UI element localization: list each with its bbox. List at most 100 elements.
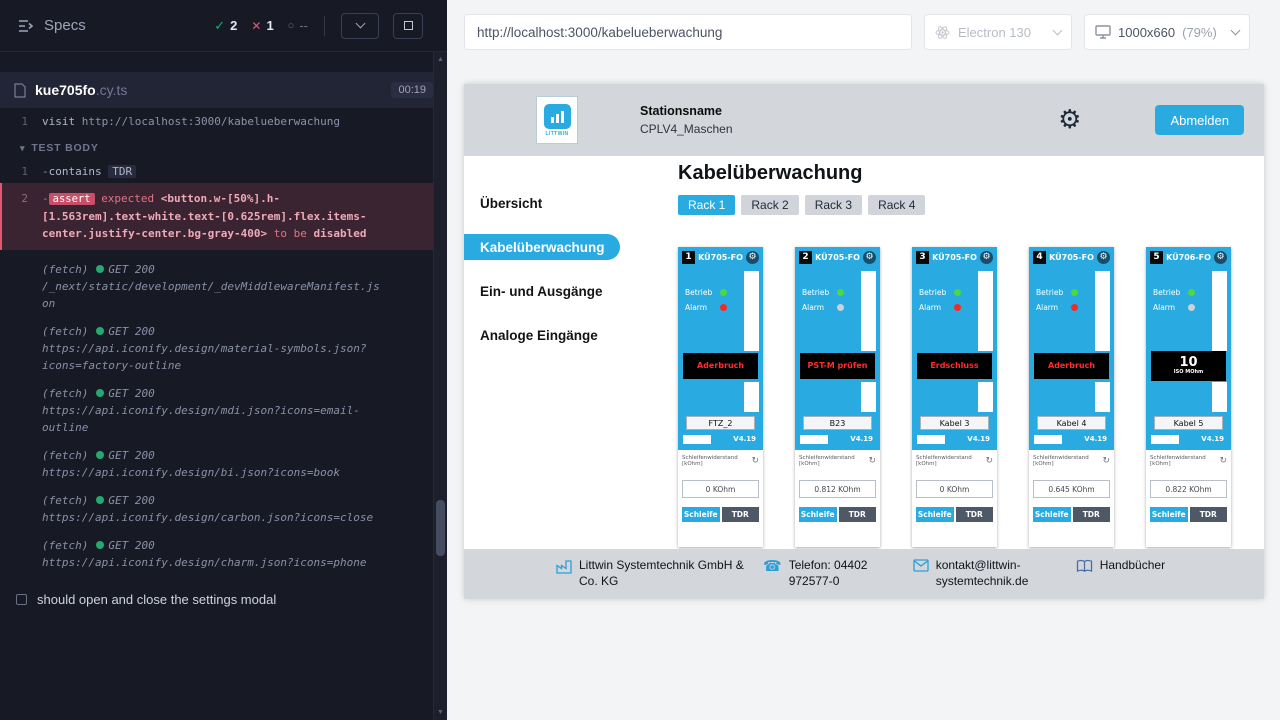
tdr-button[interactable]: TDR	[722, 507, 760, 522]
cable-name: Kabel 3	[920, 416, 989, 430]
module-number: 3	[916, 251, 929, 264]
scroll-up-icon[interactable]: ▲	[434, 56, 447, 63]
stat-passed: ✓ 2	[214, 18, 237, 34]
schleife-button[interactable]: Schleife	[799, 507, 837, 522]
command-visit[interactable]: 1 visit http://localhost:3000/kabelueber…	[0, 113, 433, 130]
module-model: KÜ705-FO	[695, 253, 746, 262]
app-body: Übersicht Kabelüberwachung Ein- und Ausg…	[464, 156, 1264, 599]
refresh-icon[interactable]: ↻	[1102, 457, 1110, 466]
network-request[interactable]: (fetch)GET 200 /_next/static/development…	[0, 261, 433, 312]
request-ok-dot	[96, 389, 104, 397]
refresh-icon[interactable]: ↻	[868, 457, 876, 466]
label-strip	[1095, 382, 1110, 412]
spec-file-row[interactable]: kue705fo.cy.ts 00:19	[0, 72, 447, 108]
stop-icon	[404, 21, 413, 30]
scrollbar-thumb[interactable]	[436, 500, 445, 556]
request-ok-dot	[96, 541, 104, 549]
refresh-icon[interactable]: ↻	[1219, 457, 1227, 466]
schleife-button[interactable]: Schleife	[682, 507, 720, 522]
test-body-section[interactable]: ▾ TEST BODY	[0, 130, 433, 163]
chevron-down-icon	[355, 19, 365, 29]
label-strip	[744, 382, 759, 412]
alarm-led	[1188, 304, 1195, 311]
command-arg: http://localhost:3000/kabelueberwachung	[82, 115, 340, 128]
browser-selector[interactable]: Electron 130	[924, 14, 1072, 50]
line-number: 1	[0, 163, 42, 180]
failed-assert-block[interactable]: 2 -assert expected <button.w-[50%].h-[1.…	[0, 183, 433, 250]
network-request[interactable]: (fetch)GET 200 https://api.iconify.desig…	[0, 447, 433, 481]
collapse-runs-button[interactable]	[341, 13, 379, 39]
tab-rack-1[interactable]: Rack 1	[678, 195, 735, 215]
request-ok-dot	[96, 327, 104, 335]
network-request[interactable]: (fetch)GET 200 https://api.iconify.desig…	[0, 385, 433, 436]
next-test-row[interactable]: should open and close the settings modal	[0, 579, 433, 620]
chevron-down-icon	[1053, 25, 1063, 35]
request-url: https://api.iconify.design/mdi.json?icon…	[42, 402, 380, 436]
factory-icon	[556, 559, 572, 574]
sidebar-item-ein-und-ausgaenge[interactable]: Ein- und Ausgänge	[464, 278, 620, 304]
module-model: KÜ706-FO	[1163, 253, 1214, 262]
logout-button[interactable]: Abmelden	[1155, 105, 1244, 135]
tab-rack-2[interactable]: Rack 2	[741, 195, 798, 215]
schleife-button[interactable]: Schleife	[1150, 507, 1188, 522]
betrieb-led	[720, 289, 727, 296]
spec-timer: 00:19	[391, 82, 433, 98]
network-request[interactable]: (fetch)GET 200 https://api.iconify.desig…	[0, 323, 433, 374]
module-number: 4	[1033, 251, 1046, 264]
module-gear-icon[interactable]: ⚙	[1214, 251, 1227, 264]
module-number: 5	[1150, 251, 1163, 264]
sidebar-item-kabelueberwachung[interactable]: Kabelüberwachung	[464, 234, 620, 260]
tab-rack-3[interactable]: Rack 3	[805, 195, 862, 215]
station-info: Stationsname CPLV4_Maschen	[640, 102, 733, 139]
module-model: KÜ705-FO	[929, 253, 980, 262]
scroll-down-icon[interactable]: ▼	[434, 709, 447, 716]
sidebar-item-analoge-eingaenge[interactable]: Analoge Eingänge	[464, 322, 620, 348]
settings-gear-icon[interactable]: ⚙	[1058, 107, 1081, 133]
module-gear-icon[interactable]: ⚙	[746, 251, 759, 264]
module-gear-icon[interactable]: ⚙	[1097, 251, 1110, 264]
viewport-selector[interactable]: 1000x660 (79%)	[1084, 14, 1250, 50]
resistance-value: 0 KOhm	[916, 480, 993, 498]
tdr-button[interactable]: TDR	[956, 507, 994, 522]
cable-name: Kabel 4	[1037, 416, 1106, 430]
cable-name: FTZ_2	[686, 416, 755, 430]
tdr-button[interactable]: TDR	[1073, 507, 1111, 522]
specs-list-icon	[18, 19, 34, 33]
schleife-button[interactable]: Schleife	[1033, 507, 1071, 522]
specs-label: Specs	[44, 17, 86, 34]
command-log: 1 visit http://localhost:3000/kabelueber…	[0, 108, 433, 620]
module-gear-icon[interactable]: ⚙	[863, 251, 876, 264]
command-contains[interactable]: 1 -contains TDR	[0, 163, 433, 180]
refresh-icon[interactable]: ↻	[985, 457, 993, 466]
resistance-value: 0.645 KOhm	[1033, 480, 1110, 498]
page-title: Kabelüberwachung	[678, 162, 1264, 185]
specs-menu-button[interactable]: Specs	[18, 17, 86, 34]
module-card-3: 3 KÜ705-FO ⚙ Betrieb Alarm	[912, 247, 997, 547]
network-request[interactable]: (fetch)GET 200 https://api.iconify.desig…	[0, 537, 433, 571]
refresh-icon[interactable]: ↻	[751, 457, 759, 466]
electron-icon	[935, 25, 950, 40]
tab-rack-4[interactable]: Rack 4	[868, 195, 925, 215]
tdr-button[interactable]: TDR	[839, 507, 877, 522]
footer-manuals[interactable]: Handbücher	[1076, 558, 1165, 574]
url-input[interactable]: http://localhost:3000/kabelueberwachung	[464, 14, 912, 50]
cable-name: Kabel 5	[1154, 416, 1223, 430]
module-card-1: 1 KÜ705-FO ⚙ Betrieb Alarm	[678, 247, 763, 547]
failed-count: 1	[266, 18, 273, 33]
email-icon	[913, 559, 929, 572]
label-strip	[861, 382, 876, 412]
alarm-led	[837, 304, 844, 311]
sidebar-item-uebersicht[interactable]: Übersicht	[464, 190, 620, 216]
cable-name: B23	[803, 416, 872, 430]
module-gear-icon[interactable]: ⚙	[980, 251, 993, 264]
footer-phone: ☎ Telefon: 04402 972577-0	[763, 558, 901, 589]
module-model: KÜ705-FO	[812, 253, 863, 262]
stop-run-button[interactable]	[393, 13, 423, 39]
cross-icon: ✕	[251, 19, 261, 33]
footer-email[interactable]: kontakt@littwin-systemtechnik.de	[913, 558, 1064, 589]
schleife-button[interactable]: Schleife	[916, 507, 954, 522]
network-request[interactable]: (fetch)GET 200 https://api.iconify.desig…	[0, 492, 433, 526]
tdr-button[interactable]: TDR	[1190, 507, 1228, 522]
alarm-led	[954, 304, 961, 311]
reporter-scrollbar[interactable]: ▲ ▼	[433, 52, 447, 720]
